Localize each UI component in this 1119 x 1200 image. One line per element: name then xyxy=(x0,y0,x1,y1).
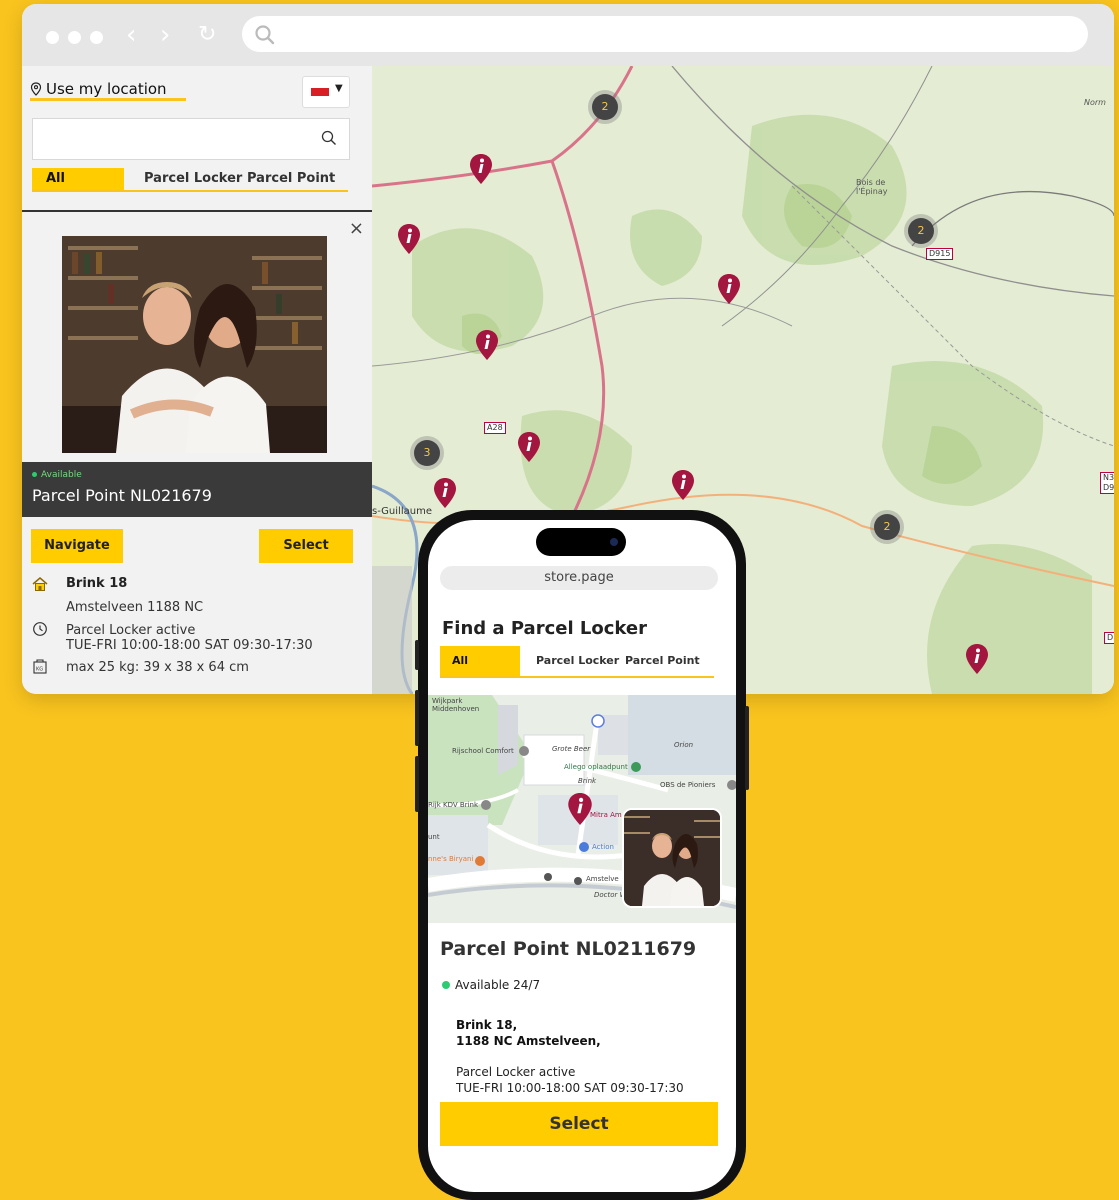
filter-tabs: All Parcel Locker Parcel Point xyxy=(32,168,348,192)
phone-address-line1: Brink 18, xyxy=(456,1018,518,1032)
map-pin-icon[interactable] xyxy=(718,274,740,304)
clock-icon xyxy=(33,622,47,636)
phone-address-line2: 1188 NC Amstelveen, xyxy=(456,1034,601,1048)
caret-down-icon: ▼ xyxy=(335,83,343,94)
map-label: Grote Beer xyxy=(552,745,591,753)
store-thumbnail[interactable] xyxy=(622,808,722,908)
use-location-link[interactable]: Use my location xyxy=(30,80,167,98)
phone-availability: Available 24/7 xyxy=(442,978,540,992)
road-label: A28 xyxy=(484,422,506,434)
map-pin-icon[interactable] xyxy=(966,644,988,674)
phone-heading: Find a Parcel Locker xyxy=(442,618,647,639)
opening-hours-text: TUE-FRI 10:00-18:00 SAT 09:30-17:30 xyxy=(66,638,313,653)
country-select[interactable]: ▼ xyxy=(302,76,350,108)
map-cluster[interactable]: 2 xyxy=(874,514,900,540)
map-label: Amstelve xyxy=(586,875,619,883)
search-input[interactable] xyxy=(32,118,350,160)
availability-status: Available xyxy=(32,470,82,480)
close-icon[interactable]: × xyxy=(349,218,364,239)
map-label: Rijschool Comfort xyxy=(452,747,514,755)
map-label: nne's Biryani xyxy=(428,855,474,863)
map-label: Orion xyxy=(674,741,694,749)
map-pin-icon[interactable] xyxy=(672,470,694,500)
city-text: Amstelveen 1188 NC xyxy=(66,600,204,615)
map-pin-icon[interactable] xyxy=(476,330,498,360)
phone-tab-all[interactable]: All xyxy=(440,646,520,676)
map-pin-icon[interactable] xyxy=(470,154,492,184)
svg-text:KG: KG xyxy=(36,667,43,673)
map-cluster[interactable]: 2 xyxy=(908,218,934,244)
select-button[interactable]: Select xyxy=(259,529,353,563)
map-label: OBS de Pioniers xyxy=(660,781,716,789)
place-label: Bois de l'Épinay xyxy=(856,178,888,196)
browser-toolbar: ‹ › ↻ xyxy=(22,4,1114,66)
window-minimize-dot[interactable] xyxy=(68,31,81,44)
map-label: Brink xyxy=(578,777,597,785)
weight-icon: KG xyxy=(33,659,47,674)
map-pin-icon[interactable] xyxy=(398,224,420,254)
max-size-text: max 25 kg: 39 x 38 x 64 cm xyxy=(66,660,249,675)
phone-filter-tabs: All Parcel Locker Parcel Point xyxy=(440,646,714,678)
phone-button xyxy=(415,756,419,812)
back-icon[interactable]: ‹ xyxy=(126,18,136,52)
map-pin-icon[interactable] xyxy=(434,478,456,508)
point-info-bar: Available Parcel Point NL021679 xyxy=(22,462,372,517)
search-icon xyxy=(255,25,275,45)
phone-mockup: store.page Find a Parcel Locker All Parc… xyxy=(415,510,749,1200)
address-street-row: Brink 18 xyxy=(22,576,362,594)
map-label: unt xyxy=(428,833,440,841)
tab-all[interactable]: All xyxy=(32,168,124,190)
phone-locker-status: Parcel Locker active xyxy=(456,1065,576,1079)
phone-button xyxy=(415,640,419,670)
hours-row: Parcel Locker active TUE-FRI 10:00-18:00… xyxy=(22,621,362,655)
place-label: s-Guillaume xyxy=(372,506,432,517)
window-close-dot[interactable] xyxy=(46,31,59,44)
reload-icon[interactable]: ↻ xyxy=(198,18,216,52)
search-icon[interactable] xyxy=(321,130,337,146)
home-icon xyxy=(32,577,48,591)
phone-button xyxy=(415,690,419,746)
phone-url-bar[interactable]: store.page xyxy=(440,566,718,590)
map-pin-icon[interactable] xyxy=(568,793,592,825)
locker-status-text: Parcel Locker active xyxy=(66,623,196,638)
map-label: Mitra Am xyxy=(590,811,622,819)
forward-icon[interactable]: › xyxy=(160,18,170,52)
road-label: D915 xyxy=(926,248,954,260)
divider xyxy=(22,210,372,212)
phone-point-title: Parcel Point NL0211679 xyxy=(440,938,697,960)
window-maximize-dot[interactable] xyxy=(90,31,103,44)
location-pin-icon xyxy=(30,82,42,96)
phone-tab-parcel-point[interactable]: Parcel Point xyxy=(625,646,700,676)
phone-button xyxy=(745,706,749,790)
address-bar[interactable] xyxy=(242,16,1088,52)
phone-select-button[interactable]: Select xyxy=(440,1102,718,1146)
road-label: D15 xyxy=(1104,632,1114,644)
phone-screen: store.page Find a Parcel Locker All Parc… xyxy=(428,520,736,1192)
size-row: KG max 25 kg: 39 x 38 x 64 cm xyxy=(22,658,362,676)
location-underline xyxy=(30,98,186,101)
map-cluster[interactable]: 2 xyxy=(592,94,618,120)
flag-icon xyxy=(311,88,329,96)
map-label: Rijk KDV Brink xyxy=(428,801,479,809)
store-photo xyxy=(62,236,327,453)
road-label: N31 D91 xyxy=(1100,472,1114,494)
navigate-button[interactable]: Navigate xyxy=(31,529,123,563)
map-pin-icon[interactable] xyxy=(518,432,540,462)
map-label: Wijkpark Middenhoven xyxy=(432,697,480,713)
dynamic-island xyxy=(536,528,626,556)
place-label: Norm xyxy=(1084,98,1106,107)
use-location-label: Use my location xyxy=(46,80,167,98)
phone-tab-parcel-locker[interactable]: Parcel Locker xyxy=(536,646,619,676)
point-title: Parcel Point NL021679 xyxy=(32,486,212,505)
street-text: Brink 18 xyxy=(66,576,128,591)
tab-parcel-point[interactable]: Parcel Point xyxy=(247,168,335,190)
map-label: Action xyxy=(592,843,614,851)
map-cluster[interactable]: 3 xyxy=(414,440,440,466)
tab-parcel-locker[interactable]: Parcel Locker xyxy=(144,168,242,190)
map-label: Allego oplaadpunt xyxy=(564,763,628,771)
phone-opening-hours: TUE-FRI 10:00-18:00 SAT 09:30-17:30 xyxy=(456,1081,684,1095)
parcel-finder-panel: Use my location ▼ All Parcel Locker Parc… xyxy=(22,66,372,694)
